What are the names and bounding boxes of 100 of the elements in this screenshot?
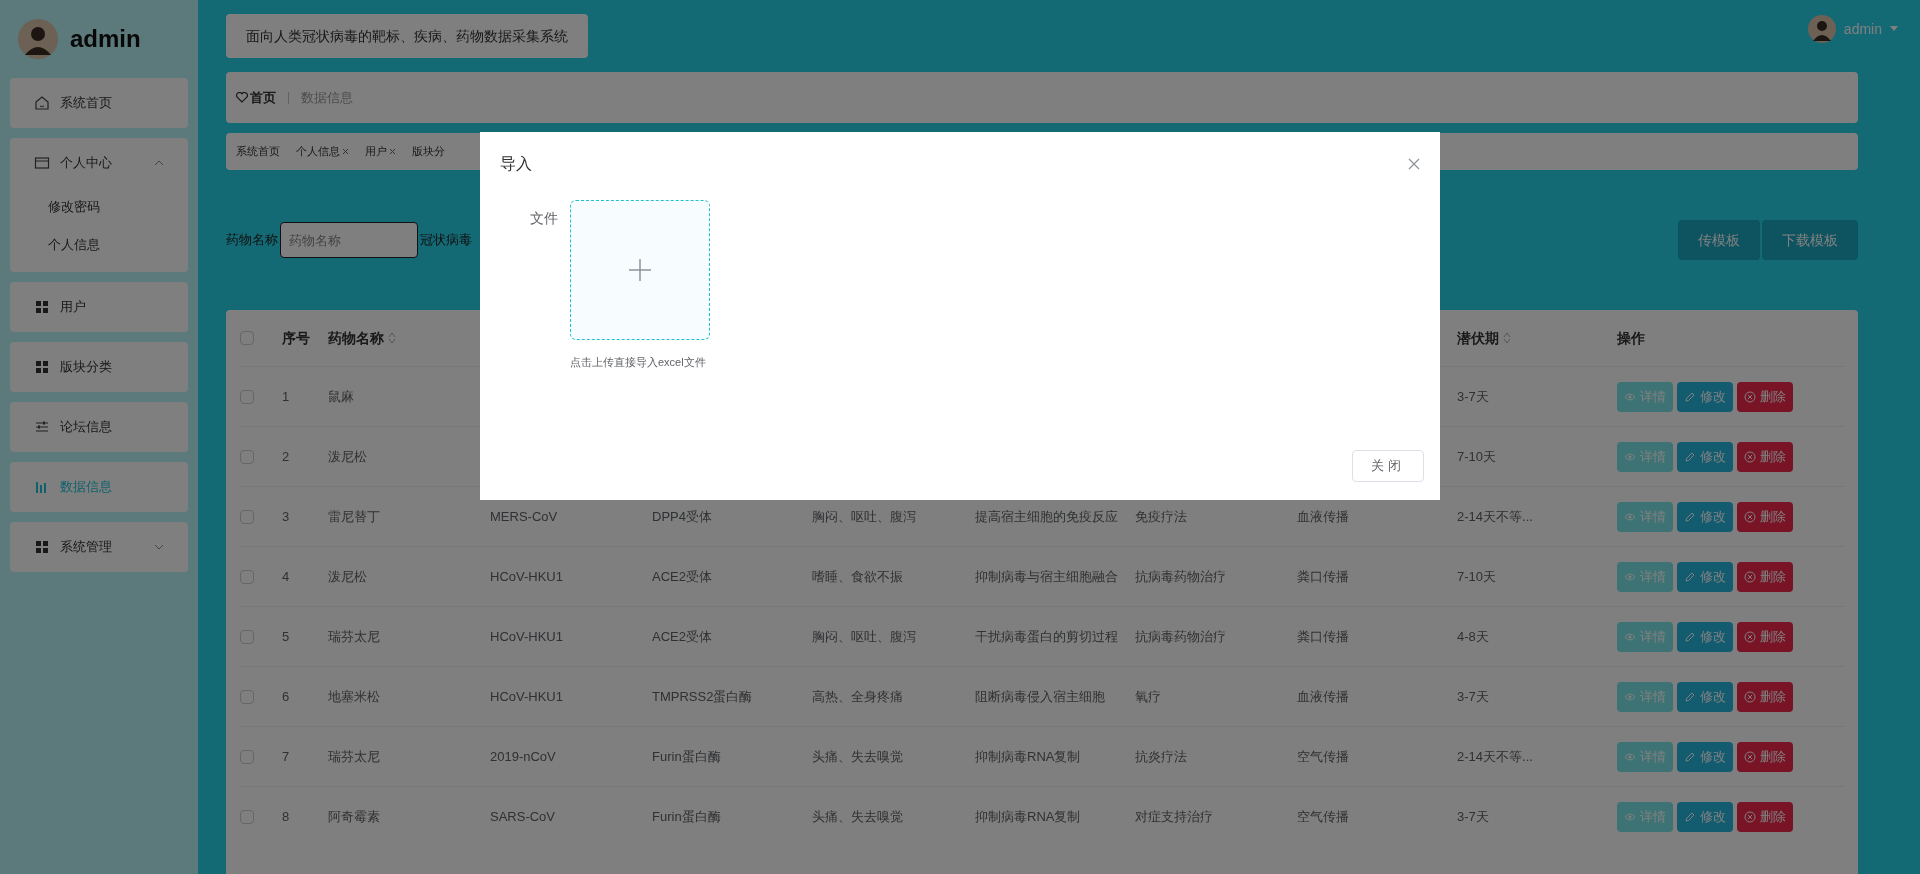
pencil-icon (1684, 690, 1696, 703)
checkbox[interactable] (240, 331, 254, 345)
sidebar-item[interactable]: 系统管理 (10, 522, 188, 572)
eye-icon (1624, 450, 1636, 463)
table-cell-text: 氧疗 (1135, 687, 1162, 706)
tab-tag[interactable]: 个人信息 (296, 143, 349, 160)
avatar-icon (1807, 15, 1836, 43)
system-title: 面向人类冠状病毒的靶标、疾病、药物数据采集系统 (226, 14, 588, 58)
table-cell-text: 嗜睡、食欲不振 (812, 567, 904, 586)
sidebar-item[interactable]: 用户 (10, 282, 188, 332)
tab-tag[interactable]: 系统首页 (236, 143, 280, 160)
breadcrumb-link[interactable]: 首页 (250, 87, 276, 108)
delete-button[interactable]: 删除 (1737, 561, 1793, 592)
circle-x-icon (1744, 510, 1756, 523)
table-cell-text: 胸闷、呕吐、腹泻 (812, 507, 917, 526)
table-cell-text: 空气传播 (1297, 807, 1350, 826)
checkbox[interactable] (240, 449, 254, 464)
delete-button[interactable]: 删除 (1737, 621, 1793, 652)
sort-icon[interactable] (388, 332, 396, 344)
checkbox[interactable] (240, 509, 254, 524)
column-header[interactable]: 药物名称 (328, 327, 490, 349)
circle-x-icon (1744, 570, 1756, 583)
delete-button[interactable]: 删除 (1737, 441, 1793, 472)
template-button[interactable]: 下载模板 (1762, 220, 1858, 260)
column-header[interactable]: 潜伏期 (1457, 327, 1617, 349)
column-header[interactable]: 操作 (1617, 327, 1844, 349)
row-number: 2 (282, 447, 291, 466)
table-cell-text: 胸闷、呕吐、腹泻 (812, 627, 917, 646)
checkbox[interactable] (240, 689, 254, 704)
search-field[interactable]: 药物名称 (280, 222, 418, 258)
table-cell-text: 空气传播 (1297, 747, 1350, 766)
table-cell-text: 抗病毒药物治疗 (1135, 627, 1227, 646)
row-number: 3 (282, 507, 291, 526)
edit-button[interactable]: 修改 (1677, 681, 1733, 712)
eye-icon (1624, 810, 1636, 823)
table-cell-text: HCoV-HKU1 (490, 567, 564, 586)
tab-tag[interactable]: 用户 (365, 143, 396, 160)
pencil-icon (1684, 810, 1696, 823)
table-cell-text: 7-10天 (1457, 567, 1498, 586)
pencil-icon (1684, 450, 1696, 463)
sidebar-item[interactable]: 版块分类 (10, 342, 188, 392)
submenu-item[interactable]: 修改密码 (10, 188, 188, 226)
delete-button[interactable]: 删除 (1737, 501, 1793, 532)
delete-button[interactable]: 删除 (1737, 801, 1793, 832)
sidebar-item[interactable]: 论坛信息 (10, 402, 188, 452)
edit-button[interactable]: 修改 (1677, 741, 1733, 772)
user-menu[interactable]: admin (1843, 18, 1882, 40)
table-cell-text: 鼠麻 (328, 387, 355, 406)
submenu-item[interactable]: 个人信息 (10, 226, 188, 264)
edit-button[interactable]: 修改 (1677, 441, 1733, 472)
table-cell-text: 3-7天 (1457, 687, 1490, 706)
template-button[interactable]: 传模板 (1678, 220, 1760, 260)
checkbox[interactable] (240, 389, 254, 404)
circle-x-icon (1744, 750, 1756, 763)
sidebar-item[interactable]: 数据信息 (10, 462, 188, 512)
close-icon[interactable] (1408, 158, 1420, 170)
grid-icon (34, 359, 50, 375)
sidebar-item[interactable]: 个人中心 (10, 138, 188, 188)
circle-x-icon (1744, 690, 1756, 703)
table-cell-text: 2-14天不等... (1457, 747, 1534, 766)
close-button[interactable]: 关闭 (1352, 450, 1424, 482)
edit-button[interactable]: 修改 (1677, 501, 1733, 532)
delete-button[interactable]: 删除 (1737, 741, 1793, 772)
column-header[interactable]: 序号 (282, 327, 328, 349)
checkbox[interactable] (240, 569, 254, 584)
pencil-icon (1684, 750, 1696, 763)
upload-box[interactable] (570, 200, 710, 340)
table-cell-text: SARS-CoV (490, 807, 557, 826)
delete-button[interactable]: 删除 (1737, 381, 1793, 412)
checkbox[interactable] (240, 629, 254, 644)
edit-button[interactable]: 修改 (1677, 801, 1733, 832)
table-cell-text: DPP4受体 (652, 507, 713, 526)
sidebar-item[interactable]: 系统首页 (10, 78, 188, 128)
sidebar-username: admin (70, 24, 141, 54)
table-cell-text: 2-14天不等... (1457, 507, 1534, 526)
checkbox[interactable] (240, 809, 254, 824)
card-icon (34, 155, 50, 171)
table-cell-text: 抑制病毒RNA复制 (975, 807, 1082, 826)
tab-tag[interactable]: 版块分 (412, 143, 445, 160)
table-cell-text: 地塞米松 (328, 687, 381, 706)
sort-icon[interactable] (1503, 332, 1511, 344)
table-cell-text: ACE2受体 (652, 627, 713, 646)
edit-button[interactable]: 修改 (1677, 621, 1733, 652)
close-icon[interactable] (389, 148, 396, 155)
close-icon[interactable] (342, 148, 349, 155)
table-cell-text: 血液传播 (1297, 687, 1350, 706)
table-cell-text: 瑞芬太尼 (328, 747, 381, 766)
pencil-icon (1684, 510, 1696, 523)
table-cell-text: 抑制病毒RNA复制 (975, 747, 1082, 766)
table-cell-text: 头痛、失去嗅觉 (812, 747, 904, 766)
table-cell-text: MERS-CoV (490, 507, 559, 526)
edit-button[interactable]: 修改 (1677, 381, 1733, 412)
circle-x-icon (1744, 450, 1756, 463)
table-cell-text: 3-7天 (1457, 387, 1490, 406)
table-cell-text: 4-8天 (1457, 627, 1490, 646)
checkbox[interactable] (240, 749, 254, 764)
pencil-icon (1684, 630, 1696, 643)
delete-button[interactable]: 删除 (1737, 681, 1793, 712)
eye-icon (1624, 570, 1636, 583)
edit-button[interactable]: 修改 (1677, 561, 1733, 592)
